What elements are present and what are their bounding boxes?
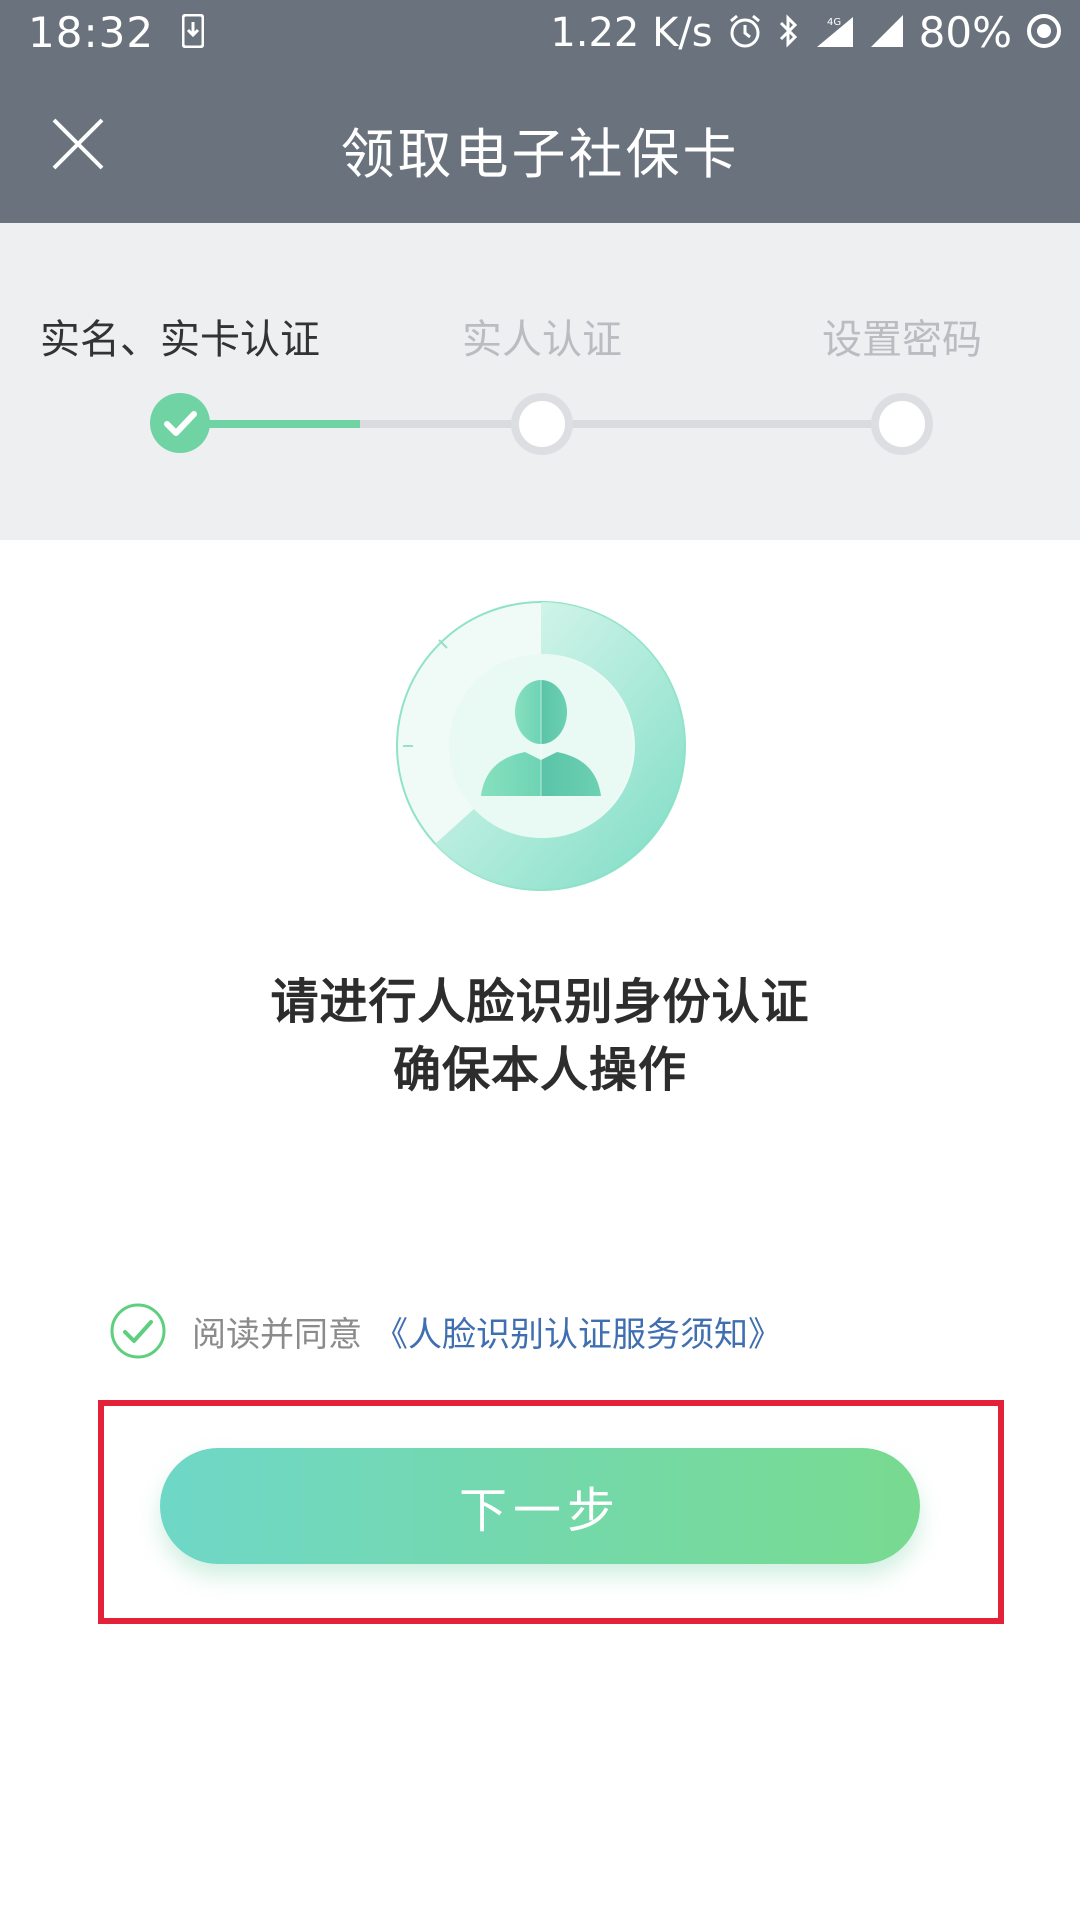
instruction-line-2: 确保本人操作 <box>392 1042 687 1098</box>
agreement-text: 阅读并同意 <box>192 1314 362 1355</box>
step-label-face: 实人认证 <box>462 317 622 363</box>
download-icon <box>181 13 205 52</box>
signal-icon <box>869 13 905 53</box>
4g-signal-icon: 4G <box>815 13 855 53</box>
step-3-dot <box>871 393 933 455</box>
alarm-icon <box>727 13 763 53</box>
step-label-password: 设置密码 <box>822 317 982 363</box>
svg-text:4G: 4G <box>827 17 841 28</box>
agreement-row: 阅读并同意 《人脸识别认证服务须知》 <box>110 1302 782 1360</box>
title-bar: 领取电子社保卡 <box>0 64 1080 223</box>
next-step-button[interactable]: 下一步 <box>160 1448 920 1564</box>
agreement-link[interactable]: 《人脸识别认证服务须知》 <box>374 1307 782 1356</box>
battery-level: 80% <box>918 8 1012 57</box>
face-avatar-icon <box>395 600 687 892</box>
page-title: 领取电子社保卡 <box>340 123 740 186</box>
battery-icon <box>1026 13 1062 53</box>
bluetooth-icon <box>777 13 801 53</box>
step-1-done-icon <box>150 393 210 453</box>
agree-checkbox-icon[interactable] <box>110 1303 166 1359</box>
progress-stepper: 实名、实卡认证 实人认证 设置密码 <box>0 223 1080 540</box>
status-bar: 18:32 1.22 K/s 4G 80% <box>0 0 1080 64</box>
network-speed: 1.22 K/s <box>550 9 713 56</box>
status-time: 18:32 <box>28 8 155 57</box>
step-label-realname: 实名、实卡认证 <box>40 317 320 363</box>
instruction-line-1: 请进行人脸识别身份认证 <box>270 974 810 1030</box>
step-2-dot <box>511 393 573 455</box>
